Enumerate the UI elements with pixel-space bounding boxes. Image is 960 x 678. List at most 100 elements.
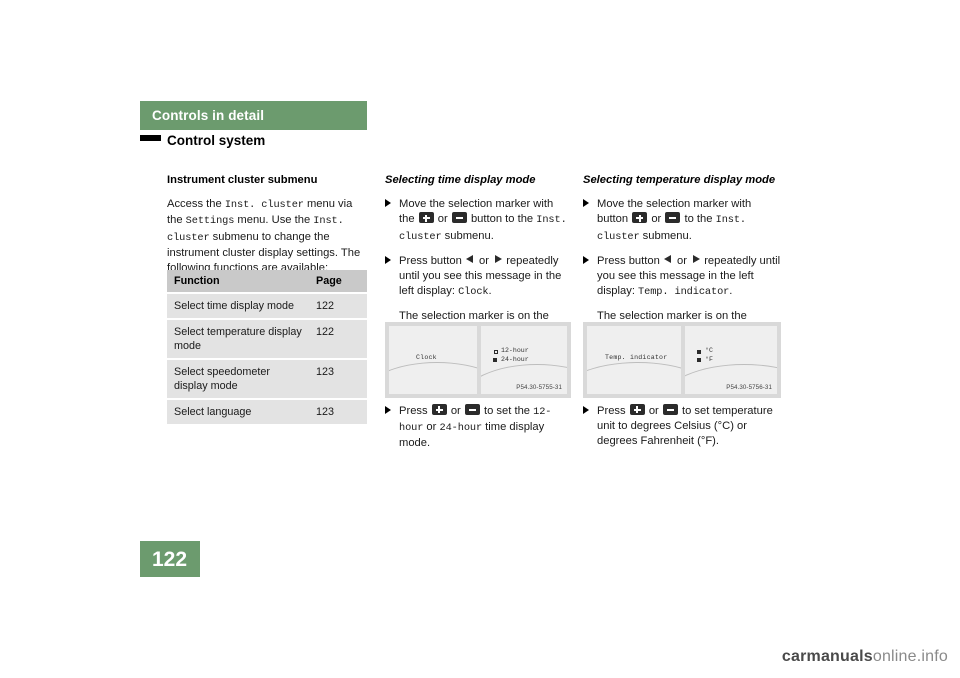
list-item: Press button or repeatedly until you see… xyxy=(583,254,783,301)
table-cell-function: Select speedometer display mode xyxy=(167,359,309,400)
figure-caption: P54.30-5756-31 xyxy=(726,384,772,391)
table-header-page: Page xyxy=(309,270,367,294)
text-frag: to the xyxy=(681,213,716,226)
text-frag: or xyxy=(645,405,662,417)
text-frag: submenu. xyxy=(639,229,692,242)
option-marker-filled xyxy=(697,350,701,354)
mono-inst-cluster-1: Inst. cluster xyxy=(224,199,304,212)
column-three-continued: Press or to set temperature unit to degr… xyxy=(583,404,783,459)
list-item: Press or to set the 12-hour or 24-hour t… xyxy=(385,404,570,452)
text-frag: . xyxy=(729,285,733,298)
mono-clock: Clock xyxy=(458,286,489,299)
table-header-row: Function Page xyxy=(167,270,367,294)
decorative-arc xyxy=(587,362,681,394)
text-frag: Press xyxy=(597,405,629,417)
text-frag: ). xyxy=(712,435,720,448)
unit-fahrenheit: °F xyxy=(700,435,713,448)
column-one-paragraph: Access the Inst. cluster menu via the Se… xyxy=(167,197,367,276)
chapter-title: Controls in detail xyxy=(152,108,265,123)
document-page: Controls in detail Control system 122 In… xyxy=(0,0,960,678)
plus-button-icon xyxy=(629,404,645,415)
function-table: Function Page Select time display mode 1… xyxy=(167,270,367,426)
mono-temp-indicator: Temp. indicator xyxy=(638,286,730,299)
column-one-title: Instrument cluster submenu xyxy=(167,174,318,186)
list-item: Press button or repeatedly until you see… xyxy=(385,254,570,301)
text-frag: or xyxy=(648,213,665,226)
watermark-rest: online.info xyxy=(872,648,948,665)
triangle-bullet-icon xyxy=(385,255,391,264)
table-cell-page: 123 xyxy=(309,399,367,426)
list-item: Press or to set temperature unit to degr… xyxy=(583,404,783,450)
figure-temperature-display: Temp. indicator °C °F P54.30-5756-31 xyxy=(583,322,781,398)
option-marker-hollow xyxy=(494,350,498,354)
unit-celsius: °C xyxy=(717,420,731,433)
text-frag: Press button xyxy=(399,254,465,267)
triangle-bullet-icon xyxy=(583,255,589,264)
table-header-function: Function xyxy=(167,270,309,294)
lcd-option-12-hour: 12-hour xyxy=(501,347,529,354)
text-frag: button to the xyxy=(467,213,537,226)
figure-caption: P54.30-5755-31 xyxy=(516,384,562,391)
list-item: Move the selection marker with button or… xyxy=(583,197,783,245)
list-item: Move the selection marker with the or bu… xyxy=(385,197,570,245)
mono-24-hour: 24-hour xyxy=(439,422,483,435)
left-arrow-icon xyxy=(663,254,673,265)
text-frag: or xyxy=(475,254,493,267)
lcd-left-display-text: Temp. indicator xyxy=(605,354,668,361)
table-cell-page: 122 xyxy=(309,319,367,360)
table-cell-function: Select language xyxy=(167,399,309,426)
option-marker-filled-2 xyxy=(697,358,701,362)
text-frag: to set the xyxy=(480,405,534,417)
column-one: Instrument cluster submenu Access the In… xyxy=(167,173,367,285)
triangle-bullet-icon xyxy=(583,406,589,414)
table-row: Select time display mode 122 xyxy=(167,293,367,320)
table-cell-page: 123 xyxy=(309,359,367,400)
table-row: Select language 123 xyxy=(167,399,367,426)
plus-button-icon xyxy=(418,212,434,224)
plus-button-icon xyxy=(431,404,447,415)
text-frag: or xyxy=(673,254,691,267)
triangle-bullet-icon xyxy=(385,406,391,414)
chapter-header-band: Controls in detail xyxy=(140,101,367,130)
page-number: 122 xyxy=(152,548,188,571)
figure-time-display: Clock 12-hour 24-hour P54.30-5755-31 xyxy=(385,322,571,398)
table-cell-page: 122 xyxy=(309,293,367,320)
figure-temp-right-panel: °C °F P54.30-5756-31 xyxy=(685,326,777,394)
section-dash xyxy=(140,135,161,141)
right-arrow-icon xyxy=(691,254,701,265)
lcd-option-celsius: °C xyxy=(705,347,713,354)
site-watermark: carmanualsonline.info xyxy=(782,648,948,666)
text-frag: or xyxy=(423,421,440,434)
mono-settings: Settings xyxy=(185,215,235,228)
text-frag: or xyxy=(447,405,464,417)
column-two-title: Selecting time display mode xyxy=(385,174,536,186)
triangle-bullet-icon xyxy=(385,199,391,208)
minus-button-icon xyxy=(665,212,681,224)
minus-button-icon xyxy=(464,404,480,415)
triangle-bullet-icon xyxy=(583,199,589,208)
left-arrow-icon xyxy=(465,254,475,265)
table-row: Select speedometer display mode 123 xyxy=(167,359,367,400)
lcd-option-fahrenheit: °F xyxy=(705,356,713,363)
text-frag: or xyxy=(434,213,451,226)
text-frag: Press button xyxy=(597,254,663,267)
table-cell-function: Select time display mode xyxy=(167,293,309,320)
option-marker-filled xyxy=(493,358,497,362)
lcd-left-display-text: Clock xyxy=(416,354,437,361)
watermark-bold: carmanuals xyxy=(781,648,873,665)
minus-button-icon xyxy=(451,212,467,224)
page-number-band: 122 xyxy=(140,541,200,577)
minus-button-icon xyxy=(662,404,678,415)
text-frag: submenu. xyxy=(441,229,494,242)
text-frag: . xyxy=(488,285,492,298)
table-cell-function: Select temperature display mode xyxy=(167,319,309,360)
text-frag: Access the xyxy=(167,198,225,211)
right-arrow-icon xyxy=(493,254,503,265)
figure-time-right-panel: 12-hour 24-hour P54.30-5755-31 xyxy=(481,326,567,394)
column-three-title: Selecting temperature display mode xyxy=(583,174,776,186)
text-frag: Press xyxy=(399,405,431,417)
decorative-arc xyxy=(389,362,477,394)
figure-temp-left-panel: Temp. indicator xyxy=(587,326,681,394)
text-frag: menu. Use the xyxy=(234,214,314,227)
lcd-option-24-hour: 24-hour xyxy=(501,356,529,363)
